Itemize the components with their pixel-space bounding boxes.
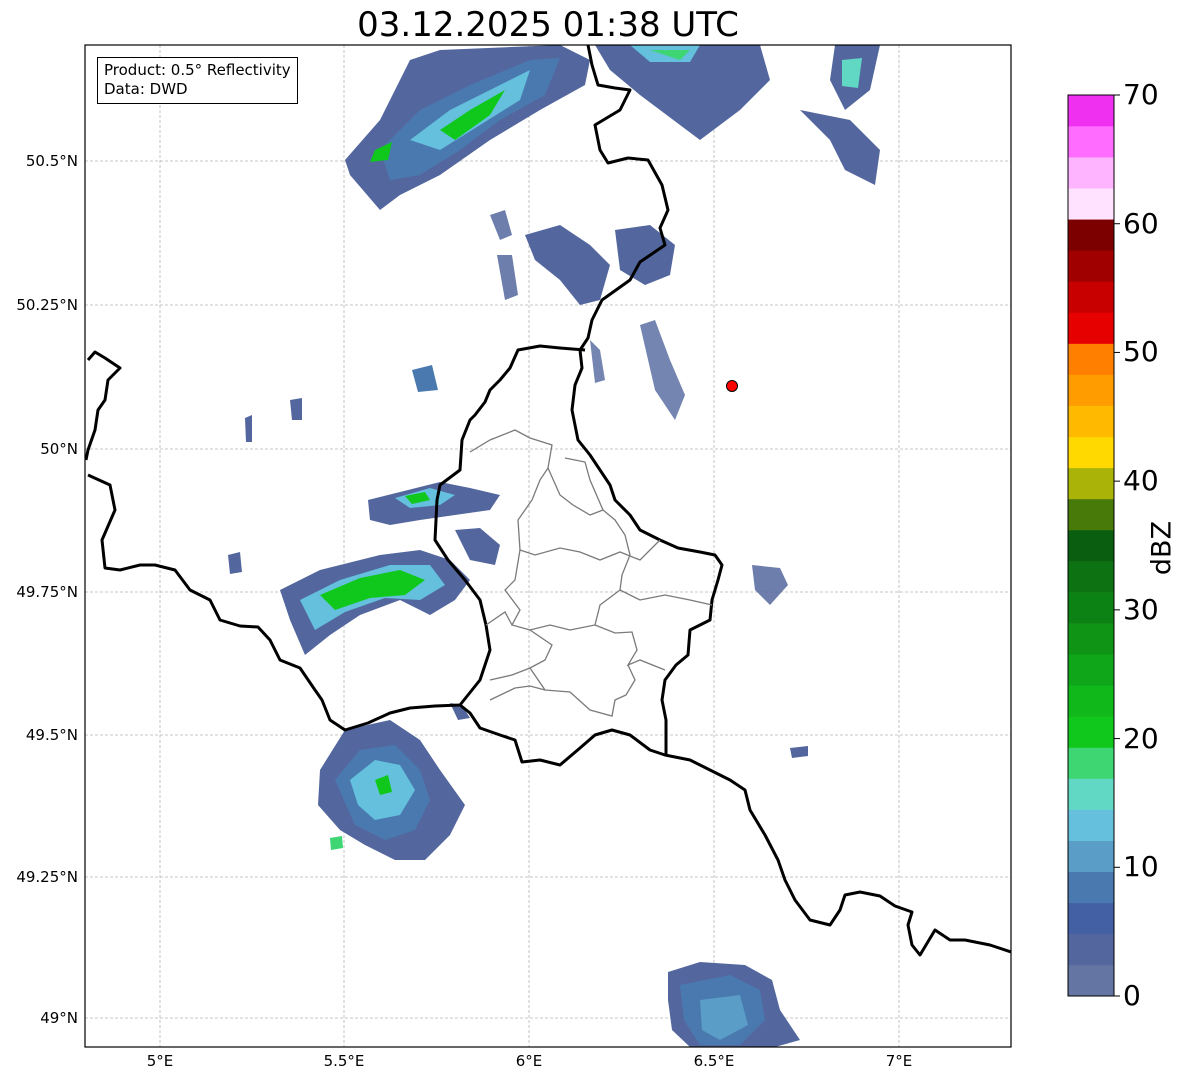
echo-cell: [615, 225, 675, 285]
colorbar-tick-label: 30: [1123, 592, 1159, 626]
colorbar-segment: [1068, 219, 1114, 251]
colorbar-label: dBZ: [1146, 520, 1178, 576]
echo-cell: [640, 320, 685, 420]
border-belgium-france-west: [85, 350, 122, 461]
colorbar-segment: [1068, 747, 1114, 779]
colorbar-segment: [1068, 529, 1114, 562]
colorbar-segment: [1068, 95, 1114, 127]
district-boundaries: [469, 429, 713, 717]
echo-cell: [330, 836, 343, 850]
x-tick-label: 6°E: [516, 1052, 543, 1070]
map-frame: [84, 44, 1012, 1048]
y-tick-label: 50.25°N: [16, 296, 78, 314]
y-tick-label: 49.25°N: [16, 868, 78, 886]
colorbar-tick-label: 20: [1123, 721, 1159, 755]
echo-cell: [497, 255, 518, 300]
colorbar-segment: [1068, 623, 1114, 655]
colorbar-segment: [1068, 716, 1114, 748]
echo-cell: [525, 225, 610, 305]
colorbar-segment: [1068, 592, 1114, 624]
colorbar-tick-label: 70: [1123, 78, 1159, 111]
y-tick-label: 49.75°N: [16, 583, 78, 601]
colorbar-segment: [1068, 498, 1114, 531]
radar-site-marker: [726, 380, 738, 392]
colorbar-tick-label: 60: [1123, 206, 1159, 240]
colorbar-segment: [1068, 902, 1114, 935]
colorbar-segment: [1068, 871, 1114, 904]
colorbar-tick-label: 0: [1123, 979, 1141, 1012]
echo-cell: [790, 746, 808, 758]
colorbar-segment: [1068, 374, 1114, 406]
y-tick-label: 50°N: [40, 440, 78, 458]
colorbar-segment: [1068, 343, 1114, 375]
border-germany-belgium-netherlands: [570, 45, 724, 755]
x-tick-label: 5.5°E: [324, 1052, 365, 1070]
colorbar-segment: [1068, 312, 1114, 344]
echo-cell: [490, 210, 512, 240]
y-tick-label: 50.5°N: [26, 152, 78, 170]
axis-tick-labels: 5°E 5.5°E 6°E 6.5°E 7°E 50.5°N 50.25°N 50°N 49.7…: [16, 152, 912, 1070]
colorbar-segment: [1068, 250, 1114, 282]
echo-cell: [752, 565, 788, 605]
product-label: Product: 0.5° Reflectivity: [104, 61, 291, 79]
data-source-label: Data: DWD: [104, 80, 188, 98]
y-tick-label: 49°N: [40, 1009, 78, 1027]
border-luxembourg-south-germany: [459, 703, 1011, 957]
colorbar: [1067, 94, 1120, 997]
colorbar-segment: [1068, 840, 1114, 873]
radar-map: 5°E 5.5°E 6°E 6.5°E 7°E 50.5°N 50.25°N 50°N 49.7…: [16, 44, 1120, 1070]
colorbar-segment: [1068, 126, 1114, 158]
colorbar-segment: [1068, 561, 1114, 593]
x-tick-label: 7°E: [886, 1052, 913, 1070]
radar-echoes: [228, 45, 880, 1047]
echo-cell: [455, 528, 500, 565]
colorbar-segment: [1068, 933, 1114, 966]
echo-cell: [800, 110, 880, 185]
product-info-box: Product: 0.5° Reflectivity Data: DWD: [97, 57, 298, 104]
x-tick-label: 6.5°E: [694, 1052, 735, 1070]
colorbar-segment: [1068, 778, 1114, 810]
x-tick-label: 5°E: [147, 1052, 174, 1070]
colorbar-segment: [1068, 188, 1114, 220]
colorbar-tick-label: 40: [1123, 464, 1159, 498]
colorbar-segment: [1068, 467, 1114, 500]
colorbar-segment: [1068, 809, 1114, 841]
echo-cell: [245, 415, 252, 442]
colorbar-segment: [1068, 654, 1114, 686]
colorbar-segment: [1068, 964, 1114, 997]
colorbar-segment: [1068, 157, 1114, 189]
y-tick-label: 49.5°N: [26, 726, 78, 744]
echo-cell: [590, 340, 605, 383]
border-luxembourg-west: [87, 344, 586, 732]
colorbar-tick-label: 10: [1123, 850, 1159, 884]
echo-cell: [290, 398, 302, 420]
graticule: [85, 45, 1011, 1047]
colorbar-tick-label: 50: [1123, 335, 1159, 369]
colorbar-segment: [1068, 436, 1114, 469]
colorbar-segment: [1068, 685, 1114, 717]
colorbar-segment: [1068, 405, 1114, 438]
echo-cell: [412, 365, 438, 392]
colorbar-segment: [1068, 281, 1114, 313]
echo-cell: [228, 552, 242, 574]
